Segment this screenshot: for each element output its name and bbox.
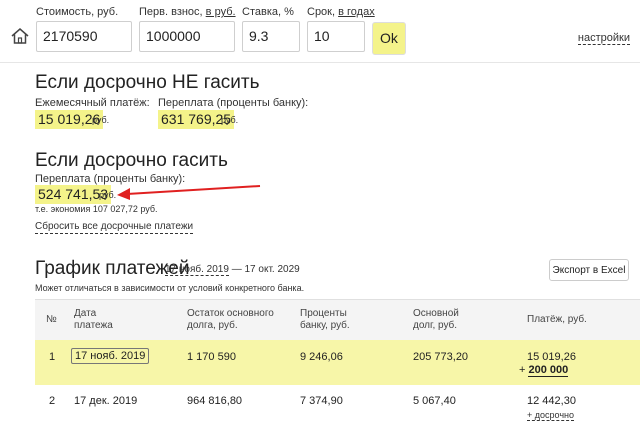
- down-payment-input[interactable]: 1000000: [139, 21, 235, 52]
- row-interest: 7 374,90: [300, 395, 343, 407]
- header-interest-line1: Проценты: [300, 308, 347, 319]
- row-num: 2: [49, 395, 56, 407]
- row-extra-payment[interactable]: + 200 000: [519, 364, 569, 377]
- settings-link[interactable]: настройки: [577, 32, 630, 45]
- row-rest: 1 170 590: [187, 351, 236, 363]
- table-row: 2 17 дек. 2019 964 816,80 7 374,90 5 067…: [35, 385, 640, 432]
- monthly-payment-label: Ежемесячный платёж:: [35, 97, 150, 109]
- row-extra-value[interactable]: 200 000: [528, 364, 569, 377]
- early-title: Если досрочно гасить: [35, 150, 228, 171]
- export-excel-button[interactable]: Экспорт в Excel: [549, 259, 629, 281]
- rate-input[interactable]: 9.3: [242, 21, 300, 52]
- row-rest: 964 816,80: [187, 395, 243, 407]
- row-interest: 9 246,06: [300, 351, 343, 363]
- calculator-toolbar: Стоимость, руб. 2170590 Перв. взнос, в р…: [0, 0, 640, 63]
- overpay-unit: руб.: [221, 115, 239, 125]
- term-label-text: Срок,: [307, 6, 339, 18]
- row-principal: 5 067,40: [413, 395, 456, 407]
- header-principal-line2: долг, руб.: [413, 320, 458, 331]
- schedule-date-separator: —: [228, 264, 245, 275]
- payment-schedule-table: № Дата платежа Остаток основного долга, ру…: [35, 299, 640, 432]
- table-row: 1 17 нояб. 2019 1 170 590 9 246,06 205 7…: [35, 340, 640, 385]
- header-rest-line1: Остаток основного: [187, 308, 274, 319]
- row-payment: 12 442,30: [527, 395, 576, 407]
- add-early-payment-link[interactable]: + досрочно: [527, 410, 574, 421]
- schedule-date-range: 17 нояб. 2019 — 17 окт. 2029: [165, 264, 300, 276]
- schedule-note: Может отличаться в зависимости от услови…: [35, 283, 305, 293]
- early-overpay-unit: руб.: [99, 190, 117, 200]
- cost-input[interactable]: 2170590: [36, 21, 132, 52]
- header-date-line1: Дата: [74, 308, 97, 319]
- header-principal: Основной долг, руб.: [413, 308, 459, 332]
- header-date: Дата платежа: [74, 308, 113, 332]
- header-rest: Остаток основного долга, руб.: [187, 308, 274, 332]
- down-payment-unit-link[interactable]: в руб.: [206, 6, 236, 18]
- row-payment: 15 019,26: [527, 351, 576, 363]
- reset-early-payments-link[interactable]: Сбросить все досрочные платежи: [35, 221, 194, 234]
- down-payment-label-text: Перв. взнос,: [139, 6, 206, 18]
- down-payment-label: Перв. взнос, в руб.: [139, 6, 236, 18]
- ok-button[interactable]: Ok: [372, 22, 406, 55]
- row-num: 1: [49, 351, 56, 363]
- row-date[interactable]: 17 дек. 2019: [74, 395, 137, 407]
- schedule-date-from[interactable]: 17 нояб. 2019: [165, 264, 229, 276]
- row-date-picker[interactable]: 17 нояб. 2019: [71, 348, 150, 364]
- home-icon[interactable]: [10, 26, 30, 46]
- header-payment: Платёж, руб.: [527, 314, 587, 325]
- term-label: Срок, в годах: [307, 6, 375, 18]
- no-early-title: Если досрочно НЕ гасить: [35, 72, 260, 93]
- rate-label: Ставка, %: [242, 6, 294, 18]
- cost-label: Стоимость, руб.: [36, 6, 119, 18]
- header-interest: Проценты банку, руб.: [300, 308, 350, 332]
- header-num: №: [46, 314, 57, 325]
- schedule-date-to: 17 окт. 2029: [244, 264, 300, 275]
- header-interest-line2: банку, руб.: [300, 320, 350, 331]
- monthly-payment-unit: руб.: [92, 115, 110, 125]
- overpay-label: Переплата (проценты банку):: [158, 97, 309, 109]
- term-input[interactable]: 10: [307, 21, 365, 52]
- header-date-line2: платежа: [74, 320, 113, 331]
- savings-text: т.е. экономия 107 027,72 руб.: [35, 204, 158, 214]
- row-principal: 205 773,20: [413, 351, 469, 363]
- table-header: № Дата платежа Остаток основного долга, ру…: [35, 300, 640, 340]
- header-principal-line1: Основной: [413, 308, 459, 319]
- annotation-arrow-icon: [117, 185, 261, 200]
- header-rest-line2: долга, руб.: [187, 320, 238, 331]
- term-unit-link[interactable]: в годах: [338, 6, 375, 18]
